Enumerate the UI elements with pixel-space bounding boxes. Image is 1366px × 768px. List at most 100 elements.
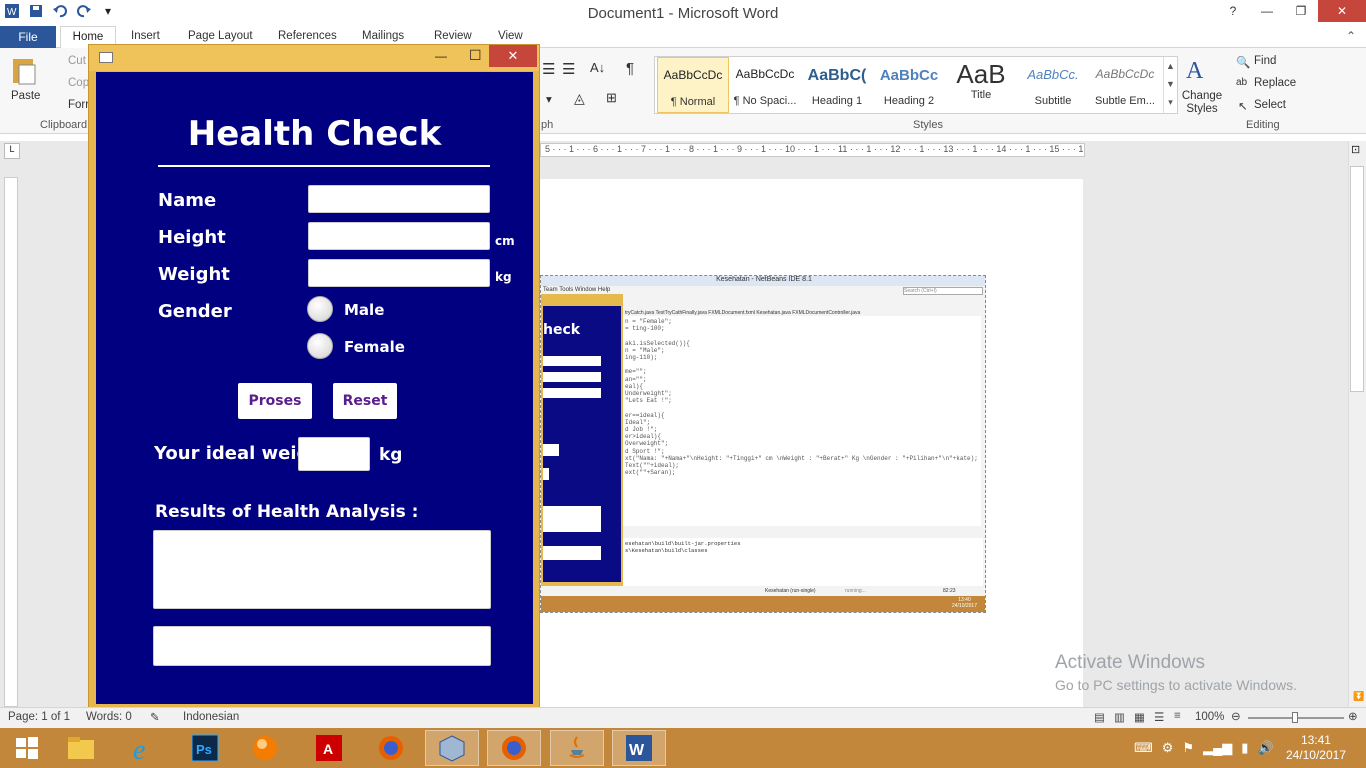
java-icon[interactable]: [550, 730, 604, 766]
start-icon[interactable]: [0, 730, 54, 766]
print-layout-icon[interactable]: ▤: [1094, 710, 1105, 724]
style-heading-2[interactable]: AaBbCc Heading 2: [873, 57, 945, 113]
shading-icon[interactable]: ◬: [574, 90, 585, 107]
change-styles-button[interactable]: Change Styles: [1180, 90, 1224, 116]
virtualbox-icon[interactable]: [425, 730, 479, 766]
maximize-icon[interactable]: ☐: [469, 47, 482, 64]
xampp-icon[interactable]: [238, 730, 292, 766]
system-tray: ⌨ ⚙ ⚑ ▂▄▆ ▮ 🔊: [1134, 740, 1274, 756]
proses-button[interactable]: Proses: [238, 383, 312, 419]
network-drive-icon[interactable]: ⚙: [1162, 740, 1174, 756]
pilcrow-icon[interactable]: ¶: [626, 60, 634, 77]
photoshop-icon[interactable]: Ps: [178, 730, 232, 766]
language-bar-icon[interactable]: ⌨: [1134, 740, 1153, 756]
style-subtitle[interactable]: AaBbCc. Subtitle: [1017, 57, 1089, 113]
select-button[interactable]: Select: [1254, 99, 1286, 111]
firefox-window-icon[interactable]: [487, 730, 541, 766]
volume-icon[interactable]: 🔊: [1257, 740, 1273, 756]
signal-icon[interactable]: ▂▄▆: [1203, 740, 1232, 756]
restore-icon[interactable]: ❐: [1284, 0, 1318, 22]
close-icon[interactable]: ✕: [1318, 0, 1366, 22]
style-subtle-emphasis[interactable]: AaBbCcDc Subtle Em...: [1089, 57, 1161, 113]
word-count[interactable]: Words: 0: [86, 711, 132, 723]
results-textarea[interactable]: [153, 530, 491, 609]
name-input[interactable]: [308, 185, 490, 213]
borders-icon[interactable]: ⊞: [606, 90, 617, 106]
taskbar-clock[interactable]: 13:41 24/10/2017: [1286, 733, 1346, 763]
embedded-input: [543, 468, 549, 480]
change-styles-icon[interactable]: A: [1184, 54, 1214, 84]
female-radio[interactable]: [307, 333, 333, 359]
advice-textarea[interactable]: [153, 626, 491, 666]
replace-icon[interactable]: ab: [1236, 77, 1247, 88]
zoom-out-icon[interactable]: ⊖: [1231, 709, 1241, 723]
tab-view[interactable]: View: [498, 30, 523, 42]
select-icon[interactable]: ↖: [1238, 99, 1248, 113]
next-page-icon[interactable]: ⏬: [1353, 691, 1364, 702]
web-layout-icon[interactable]: ▦: [1134, 710, 1145, 724]
line-spacing-icon[interactable]: ☰: [562, 60, 575, 78]
firefox-icon[interactable]: [364, 730, 418, 766]
proofing-icon[interactable]: ✎: [150, 710, 160, 724]
dropdown-icon[interactable]: ▾: [546, 92, 552, 106]
ideal-weight-output[interactable]: [298, 437, 370, 471]
healthcheck-titlebar[interactable]: — ☐ ✕: [89, 45, 539, 71]
tab-page-layout[interactable]: Page Layout: [188, 30, 253, 42]
zoom-in-icon[interactable]: ⊕: [1348, 709, 1358, 723]
scrollbar-thumb[interactable]: [1350, 166, 1364, 392]
horizontal-ruler[interactable]: 5 · · · 1 · · · 6 · · · 1 · · · 7 · · · …: [540, 143, 1085, 157]
minimize-icon[interactable]: —: [1250, 0, 1284, 22]
battery-icon[interactable]: ▮: [1241, 740, 1248, 756]
file-explorer-icon[interactable]: [54, 730, 108, 766]
cut-button[interactable]: Cut: [68, 55, 86, 67]
page-count[interactable]: Page: 1 of 1: [8, 711, 70, 723]
full-screen-reading-icon[interactable]: ▥: [1114, 710, 1125, 724]
styles-scroll[interactable]: ▲ ▼ ▾: [1163, 57, 1177, 113]
male-label[interactable]: Male: [344, 301, 384, 319]
find-button[interactable]: Find: [1254, 55, 1276, 67]
female-label[interactable]: Female: [344, 338, 405, 356]
replace-button[interactable]: Replace: [1254, 77, 1296, 89]
adobe-reader-icon[interactable]: A: [302, 730, 356, 766]
paste-icon[interactable]: [10, 56, 38, 86]
help-icon[interactable]: ?: [1216, 0, 1250, 22]
outline-icon[interactable]: ☰: [1154, 710, 1164, 724]
healthcheck-window[interactable]: — ☐ ✕ Health Check Name Height cm Weight…: [88, 44, 540, 709]
language-indicator[interactable]: Indonesian: [183, 711, 239, 723]
minimize-icon[interactable]: —: [435, 49, 447, 63]
embedded-output: esehatan\build\built-jar.properties s\Ke…: [621, 538, 983, 586]
tab-mailings[interactable]: Mailings: [362, 30, 404, 42]
close-icon[interactable]: ✕: [489, 45, 537, 67]
style-normal[interactable]: AaBbCcDc ¶ Normal: [657, 57, 729, 113]
action-center-icon[interactable]: ⚑: [1182, 740, 1194, 756]
weight-input[interactable]: [308, 259, 490, 287]
internet-explorer-icon[interactable]: e: [118, 730, 172, 766]
find-icon[interactable]: 🔍: [1236, 55, 1250, 69]
tab-selector-icon[interactable]: L: [4, 143, 20, 159]
ruler-toggle-icon[interactable]: ⊡: [1351, 143, 1360, 156]
tab-insert[interactable]: Insert: [131, 30, 160, 42]
draft-icon[interactable]: ≡: [1174, 710, 1181, 722]
tab-review[interactable]: Review: [434, 30, 472, 42]
sort-icon[interactable]: A↓: [590, 60, 605, 75]
style-no-spacing[interactable]: AaBbCcDc ¶ No Spaci...: [729, 57, 801, 113]
reset-button[interactable]: Reset: [333, 383, 397, 419]
male-radio[interactable]: [307, 296, 333, 322]
word-taskbar-icon[interactable]: W: [612, 730, 666, 766]
height-input[interactable]: [308, 222, 490, 250]
justify-icon[interactable]: ☰: [542, 60, 555, 78]
paste-button[interactable]: Paste: [11, 90, 40, 102]
copy-button[interactable]: Cop: [68, 77, 89, 89]
tab-references[interactable]: References: [278, 30, 337, 42]
collapse-ribbon-icon[interactable]: ⌃: [1346, 29, 1356, 43]
format-painter-button[interactable]: Forr: [68, 99, 89, 111]
tab-file[interactable]: File: [0, 26, 56, 48]
embedded-screenshot[interactable]: Kesehatan - NetBeans IDE 8.1 Team Tools …: [540, 275, 986, 613]
embedded-input: [543, 356, 601, 366]
zoom-slider-thumb[interactable]: [1292, 712, 1298, 723]
style-title[interactable]: AaB Title: [945, 57, 1017, 113]
embedded-input: [543, 372, 601, 382]
style-heading-1[interactable]: AaBbC(Heading 1: [801, 57, 873, 113]
embedded-healthcheck-title: heck: [543, 322, 581, 338]
zoom-level[interactable]: 100%: [1195, 711, 1224, 723]
